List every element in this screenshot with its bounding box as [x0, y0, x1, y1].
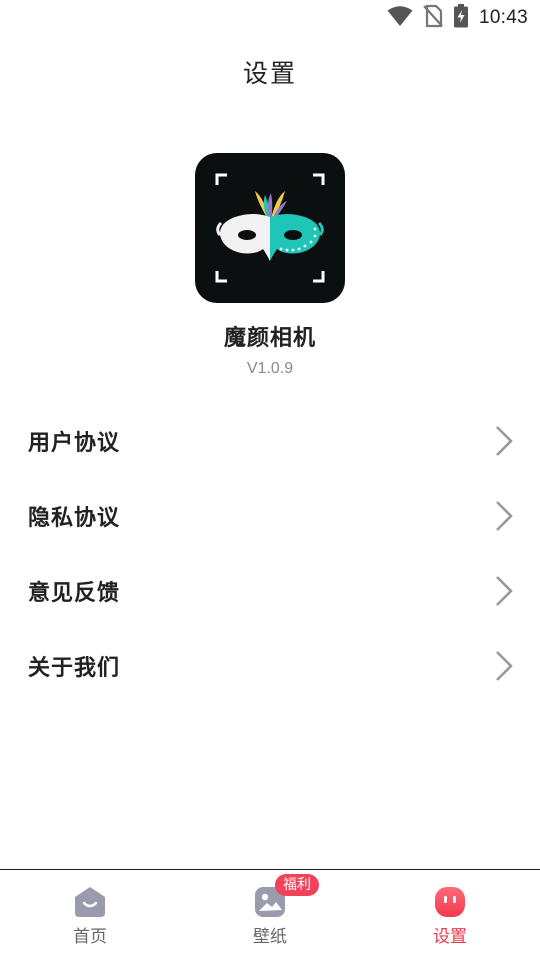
nav-label: 设置 — [433, 927, 467, 947]
menu-item-label: 意见反馈 — [28, 580, 121, 606]
app-version: V1.0.9 — [246, 360, 294, 377]
app-name: 魔颜相机 — [223, 326, 316, 351]
chevron-right-icon — [496, 500, 513, 531]
wifi-icon — [387, 5, 413, 31]
nav-label: 首页 — [73, 927, 107, 947]
settings-menu: 用户协议 隐私协议 意见反馈 关于我们 — [0, 403, 540, 703]
menu-item-about-us[interactable]: 关于我们 — [0, 628, 540, 703]
nav-label: 壁纸 — [253, 927, 287, 947]
menu-item-label: 关于我们 — [28, 655, 121, 681]
menu-item-label: 隐私协议 — [28, 505, 121, 531]
welfare-badge: 福利 — [275, 874, 319, 896]
chevron-right-icon — [496, 575, 513, 606]
status-time: 10:43 — [478, 7, 528, 28]
mask-app-icon — [195, 153, 345, 303]
chevron-right-icon — [496, 425, 513, 456]
nav-item-wallpaper[interactable]: 福利 壁纸 — [180, 870, 360, 961]
bottom-nav: 首页 福利 壁纸 设置 — [0, 869, 540, 960]
battery-charging-icon — [453, 4, 469, 32]
home-icon — [75, 887, 105, 917]
status-bar: 10:43 — [0, 0, 540, 36]
chevron-right-icon — [496, 650, 513, 681]
menu-item-user-agreement[interactable]: 用户协议 — [0, 403, 540, 478]
nav-item-settings[interactable]: 设置 — [360, 870, 540, 961]
menu-item-label: 用户协议 — [28, 430, 121, 456]
nav-item-home[interactable]: 首页 — [0, 870, 180, 961]
menu-item-privacy-agreement[interactable]: 隐私协议 — [0, 478, 540, 553]
page-title: 设置 — [242, 59, 297, 88]
settings-face-icon — [435, 887, 465, 917]
menu-item-feedback[interactable]: 意见反馈 — [0, 553, 540, 628]
no-sim-icon — [423, 4, 443, 32]
